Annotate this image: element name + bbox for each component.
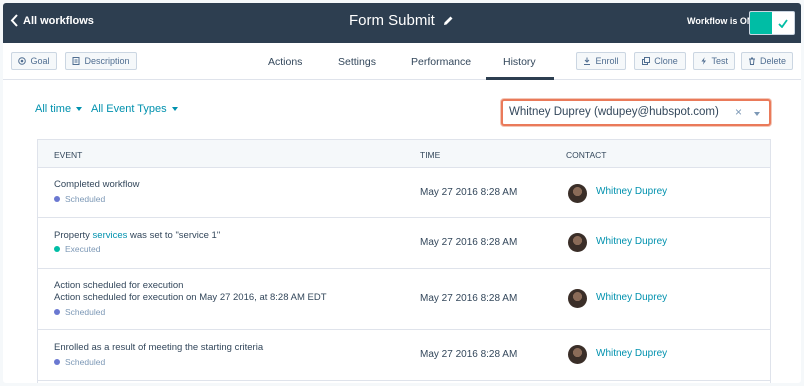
tab-performance[interactable]: Performance — [411, 56, 471, 68]
event-status: Scheduled — [54, 357, 105, 367]
event-text-line: Action scheduled for execution — [54, 280, 184, 291]
event-text: Completed workflow — [54, 179, 140, 190]
time-filter-label: All time — [35, 103, 72, 115]
column-header-contact: CONTACT — [566, 150, 607, 160]
table-row: Property services was set to "service 1"… — [38, 218, 770, 269]
pencil-icon[interactable] — [442, 15, 454, 27]
contact-filter-select[interactable]: Whitney Duprey (wdupey@hubspot.com) × — [501, 99, 771, 126]
event-type-filter-label: All Event Types — [91, 103, 167, 115]
event-status: Scheduled — [54, 307, 105, 317]
table-row: Completed workflow Scheduled May 27 2016… — [38, 168, 770, 218]
status-label: Scheduled — [65, 357, 106, 367]
workflow-history-window: All workflows Form Submit Workflow is ON… — [3, 3, 801, 383]
toggle-check-area — [772, 12, 794, 34]
back-label: All workflows — [23, 14, 94, 27]
delete-label: Delete — [759, 56, 786, 66]
tab-settings[interactable]: Settings — [338, 56, 376, 68]
table-row: Enrolled as a result of meeting the star… — [38, 330, 770, 381]
contact-link[interactable]: Whitney Duprey — [596, 186, 667, 197]
event-time: May 27 2016 8:28 AM — [420, 293, 518, 304]
check-icon — [778, 18, 788, 28]
event-text: Action scheduled for execution Action sc… — [54, 280, 327, 304]
event-text-prefix: Property — [54, 230, 93, 241]
event-status: Scheduled — [54, 194, 105, 204]
event-status: Executed — [54, 244, 100, 254]
goal-label: Goal — [30, 56, 50, 66]
contact-filter-value: Whitney Duprey (wdupey@hubspot.com) — [509, 106, 719, 118]
document-icon — [72, 57, 80, 65]
event-time: May 27 2016 8:28 AM — [420, 237, 518, 248]
enroll-icon — [584, 57, 591, 65]
event-text-suffix: was set to "service 1" — [127, 230, 221, 241]
status-dot — [54, 196, 60, 202]
status-label: Executed — [65, 244, 101, 254]
active-tab-indicator — [486, 77, 554, 80]
status-dot — [54, 309, 60, 315]
top-bar: All workflows Form Submit Workflow is ON — [3, 3, 801, 43]
history-table: EVENT TIME CONTACT Completed workflow Sc… — [37, 139, 771, 383]
avatar — [568, 345, 587, 364]
status-dot — [54, 246, 60, 252]
event-text: Property services was set to "service 1" — [54, 230, 220, 242]
event-time: May 27 2016 8:28 AM — [420, 349, 518, 360]
property-link[interactable]: services — [93, 230, 128, 241]
status-label: Scheduled — [65, 194, 106, 204]
toggle-on-fill — [750, 12, 772, 34]
tabs-bar: Goal Description Actions Settings Perfor… — [3, 43, 801, 80]
caret-down-icon[interactable] — [754, 112, 760, 116]
contact-link[interactable]: Whitney Duprey — [596, 292, 667, 303]
lightning-icon — [701, 57, 707, 65]
trash-icon — [748, 57, 755, 65]
clone-label: Clone — [654, 56, 678, 66]
caret-down-icon — [171, 107, 178, 111]
goal-button[interactable]: Goal — [11, 52, 57, 70]
avatar — [568, 184, 587, 203]
column-header-event: EVENT — [54, 150, 83, 160]
table-row: Action scheduled for execution Action sc… — [38, 269, 770, 330]
status-label: Scheduled — [65, 307, 106, 317]
clear-icon[interactable]: × — [735, 105, 742, 119]
test-button[interactable]: Test — [693, 52, 735, 70]
caret-down-icon — [76, 107, 83, 111]
event-text-line: Action scheduled for execution on May 27… — [54, 292, 327, 303]
back-to-workflows-link[interactable]: All workflows — [10, 14, 94, 27]
workflow-title[interactable]: Form Submit — [349, 12, 454, 29]
target-icon — [18, 57, 27, 65]
contact-link[interactable]: Whitney Duprey — [596, 236, 667, 247]
tab-history[interactable]: History — [503, 56, 536, 68]
description-label: Description — [84, 56, 130, 66]
clone-button[interactable]: Clone — [634, 52, 686, 70]
contact-link[interactable]: Whitney Duprey — [596, 348, 667, 359]
time-filter-dropdown[interactable]: All time — [35, 103, 83, 115]
avatar — [568, 289, 587, 308]
column-header-time: TIME — [420, 150, 441, 160]
enroll-button[interactable]: Enroll — [576, 52, 626, 70]
workflow-title-text: Form Submit — [349, 12, 435, 29]
event-text: Enrolled as a result of meeting the star… — [54, 342, 264, 353]
delete-button[interactable]: Delete — [741, 52, 793, 70]
event-type-filter-dropdown[interactable]: All Event Types — [91, 103, 178, 115]
avatar — [568, 233, 587, 252]
enroll-label: Enroll — [595, 56, 619, 66]
test-label: Test — [711, 56, 728, 66]
chevron-left-icon — [10, 14, 18, 27]
workflow-on-toggle[interactable] — [749, 11, 795, 35]
workflow-status-label: Workflow is ON — [687, 16, 754, 26]
status-dot — [54, 359, 60, 365]
event-time: May 27 2016 8:28 AM — [420, 187, 518, 198]
clone-icon — [642, 57, 651, 65]
tab-actions[interactable]: Actions — [268, 56, 302, 68]
table-header: EVENT TIME CONTACT — [38, 140, 770, 168]
description-button[interactable]: Description — [65, 52, 137, 70]
